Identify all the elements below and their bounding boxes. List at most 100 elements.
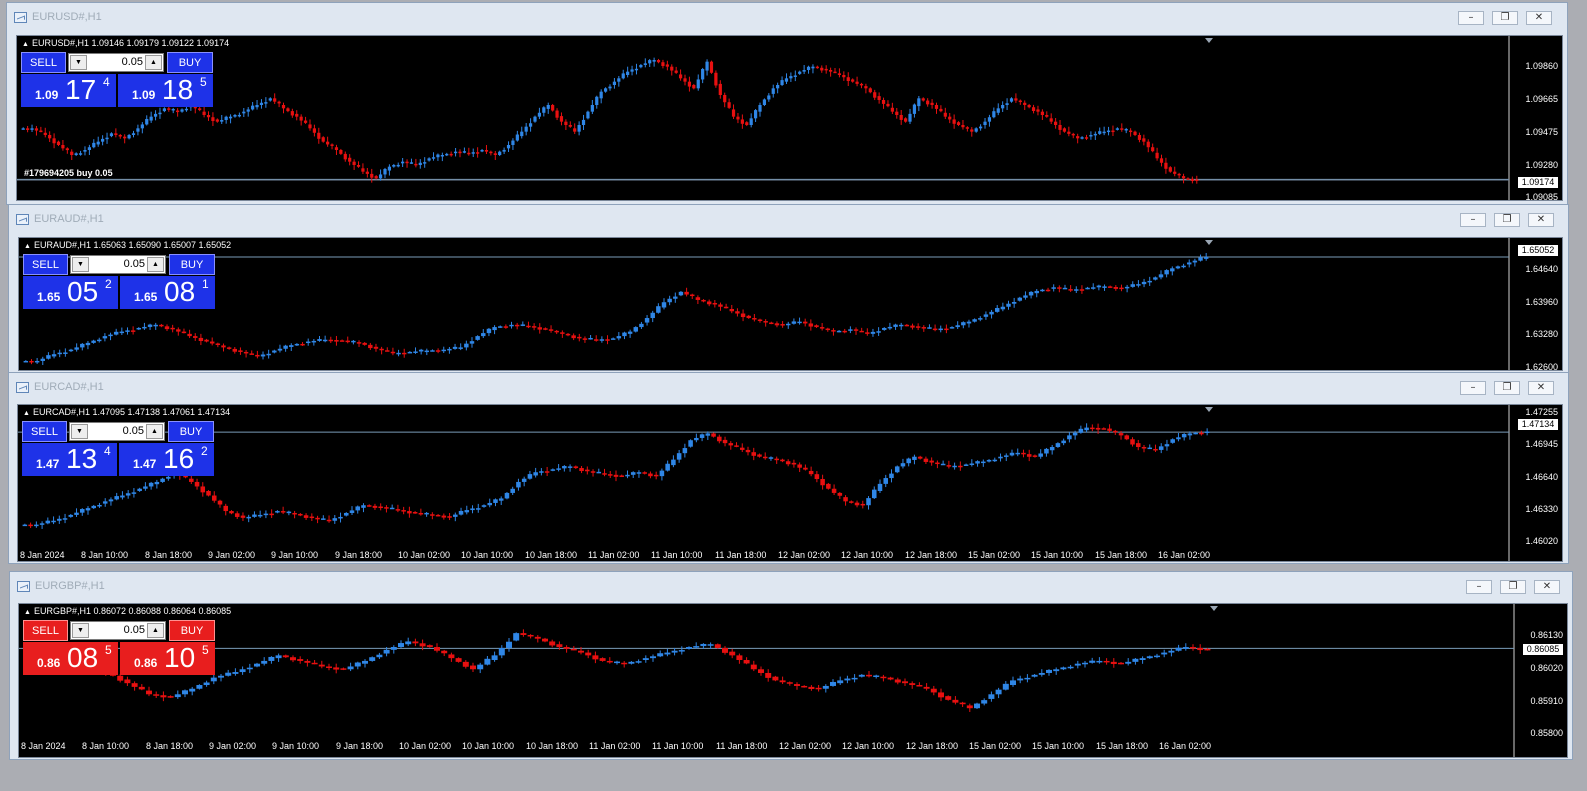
one-click-trading-panel: SELL ▼ 0.05 ▲ BUY 1.65 05 2 1.65 08 1 [23,254,215,310]
minimize-icon[interactable]: – [1460,381,1486,395]
candle-body [1204,431,1210,433]
window-titlebar[interactable]: EURAUD#,H1 – ❐ ✕ [9,205,1568,233]
chevron-down-icon[interactable]: ▼ [71,424,88,439]
candle-body [334,340,339,342]
sell-button[interactable]: SELL [23,620,68,641]
candle-body [712,302,718,305]
chevron-up-icon[interactable]: ▲ [147,623,164,638]
one-click-trading-panel: SELL ▼ 0.05 ▲ BUY 1.47 13 4 1.47 16 2 [22,421,214,477]
lot-value[interactable]: 0.05 [91,624,145,636]
bid-price[interactable]: 0.86 08 5 [23,642,118,675]
price-chart[interactable]: ▲ EURAUD#,H1 1.65063 1.65090 1.65007 1.65… [18,237,1563,371]
window-titlebar[interactable]: EURUSD#,H1 – ❐ ✕ [7,3,1567,31]
window-titlebar[interactable]: EURGBP#,H1 – ❐ ✕ [10,572,1572,600]
candle-body [160,478,165,482]
candle-body [745,449,751,453]
ask-price[interactable]: 1.09 18 5 [118,74,213,107]
candle-body [1091,287,1096,289]
price-chart[interactable]: ▲ EURUSD#,H1 1.09146 1.09179 1.09122 1.09… [16,35,1563,201]
candle-body [376,654,383,658]
lot-value[interactable]: 0.05 [90,425,144,437]
price-chart[interactable]: ▲ EURCAD#,H1 1.47095 1.47138 1.47061 1.47… [17,404,1563,562]
candle-body [1054,121,1058,125]
ask-price[interactable]: 1.47 16 2 [119,443,214,476]
candle-body [215,119,219,122]
bid-price[interactable]: 1.09 17 4 [21,74,116,107]
candle-body [776,85,780,89]
chevron-down-icon[interactable]: ▼ [70,55,87,70]
buy-button[interactable]: BUY [168,421,214,442]
chevron-down-icon[interactable]: ▼ [72,257,89,272]
buy-button[interactable]: BUY [169,254,215,275]
bid-price[interactable]: 1.65 05 2 [23,276,118,309]
sell-button[interactable]: SELL [22,421,67,442]
candle-body [568,125,572,127]
chart-window-euraud[interactable]: EURAUD#,H1 – ❐ ✕ ▲ EURAUD#,H1 1.65063 1.6… [8,204,1569,373]
candle-body [202,111,206,115]
candle-body [630,472,636,475]
minimize-icon[interactable]: – [1460,213,1486,227]
candle-body [102,336,108,339]
chevron-up-icon[interactable]: ▲ [147,257,164,272]
candle-body [1062,128,1067,132]
candle-body [449,153,453,156]
candle-body [723,306,729,309]
time-label: 10 Jan 18:00 [525,550,578,560]
time-label: 9 Jan 18:00 [336,741,384,751]
sell-button[interactable]: SELL [21,52,66,73]
time-label: 15 Jan 10:00 [1031,550,1084,560]
restore-icon[interactable]: ❐ [1494,381,1520,395]
candle-body [389,507,395,510]
lot-stepper[interactable]: ▼ 0.05 ▲ [70,621,166,640]
chevron-up-icon[interactable]: ▲ [145,55,162,70]
restore-icon[interactable]: ❐ [1494,213,1520,227]
candle-body [633,327,638,332]
close-icon[interactable]: ✕ [1528,381,1554,395]
candle-body [612,81,617,85]
candle-body [860,503,866,506]
lot-stepper[interactable]: ▼ 0.05 ▲ [68,53,164,72]
candle-body [407,351,413,354]
candle-body [1135,443,1141,448]
close-icon[interactable]: ✕ [1526,11,1552,25]
restore-icon[interactable]: ❐ [1492,11,1518,25]
time-label: 16 Jan 02:00 [1159,741,1212,751]
restore-icon[interactable]: ❐ [1500,580,1526,594]
candle-body [491,655,498,660]
close-icon[interactable]: ✕ [1528,213,1554,227]
lot-value[interactable]: 0.05 [89,56,143,68]
candle-body [409,162,414,164]
candle-body [441,515,447,518]
chart-window-eurgbp[interactable]: EURGBP#,H1 – ❐ ✕ ▲ EURGBP#,H1 0.86072 0.8… [9,571,1573,760]
candle-body [430,350,435,352]
candle-body [263,513,269,516]
buy-button[interactable]: BUY [167,52,213,73]
chart-window-eurcad[interactable]: EURCAD#,H1 – ❐ ✕ ▲ EURCAD#,H1 1.47095 1.4… [8,372,1569,564]
candle-body [259,102,264,105]
chart-window-eurusd[interactable]: EURUSD#,H1 – ❐ ✕ ▲ EURUSD#,H1 1.09146 1.0… [6,2,1568,205]
lot-stepper[interactable]: ▼ 0.05 ▲ [70,255,166,274]
bid-price[interactable]: 1.47 13 4 [22,443,117,476]
time-label: 11 Jan 18:00 [716,741,768,751]
window-titlebar[interactable]: EURCAD#,H1 – ❐ ✕ [9,373,1568,401]
chevron-up-icon[interactable]: ▲ [146,424,163,439]
price-chart[interactable]: ▲ EURGBP#,H1 0.86072 0.86088 0.86064 0.86… [18,603,1568,758]
candle-body [153,694,160,696]
buy-button[interactable]: BUY [169,620,215,641]
candle-body [939,108,943,112]
minimize-icon[interactable]: – [1458,11,1484,25]
ask-price[interactable]: 1.65 08 1 [120,276,215,309]
lot-value[interactable]: 0.05 [91,258,145,270]
candle-body [707,644,714,646]
chevron-down-icon[interactable]: ▼ [72,623,89,638]
sell-button[interactable]: SELL [23,254,68,275]
candle-body [915,326,921,328]
candle-body [312,128,317,133]
ask-price[interactable]: 0.86 10 5 [120,642,215,675]
candle-body [34,524,39,527]
minimize-icon[interactable]: – [1466,580,1492,594]
candle-body [206,115,211,118]
candle-body [934,105,939,109]
lot-stepper[interactable]: ▼ 0.05 ▲ [69,422,165,441]
close-icon[interactable]: ✕ [1534,580,1560,594]
